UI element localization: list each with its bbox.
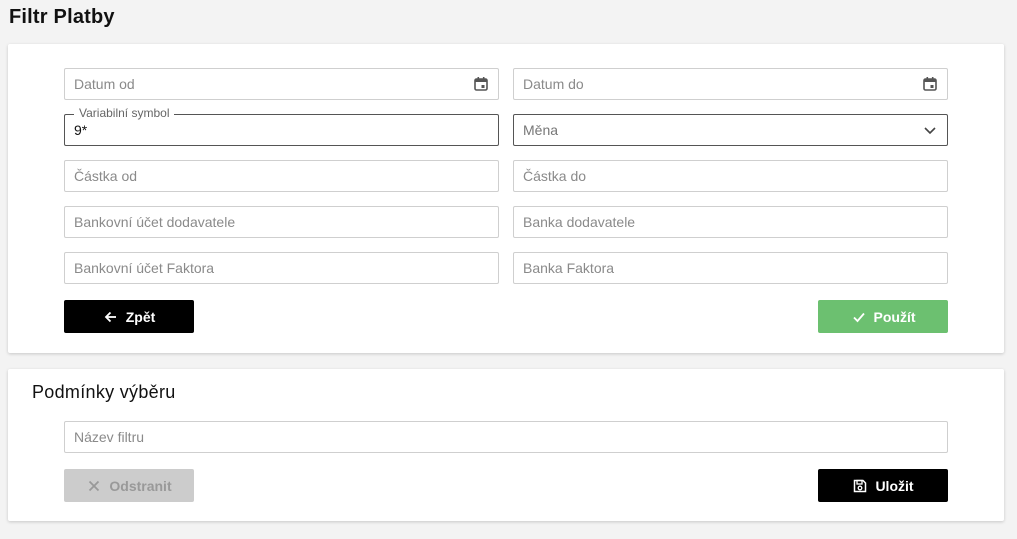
factor-bank-input[interactable]	[523, 260, 938, 276]
variable-symbol-value: 9*	[74, 122, 88, 138]
amount-from-input[interactable]	[74, 168, 489, 184]
amount-to-field[interactable]	[513, 160, 948, 192]
factor-account-field[interactable]	[64, 252, 499, 284]
factor-account-input[interactable]	[74, 260, 489, 276]
supplier-bank-input[interactable]	[523, 214, 938, 230]
close-icon	[86, 478, 102, 494]
back-button[interactable]: Zpět	[64, 300, 194, 333]
calendar-icon[interactable]	[922, 76, 938, 92]
check-icon	[851, 309, 867, 325]
conditions-card: Podmínky výběru Odstranit Uložit	[8, 369, 1004, 521]
amount-from-field[interactable]	[64, 160, 499, 192]
save-button[interactable]: Uložit	[818, 469, 948, 502]
apply-button[interactable]: Použít	[818, 300, 948, 333]
factor-bank-field[interactable]	[513, 252, 948, 284]
date-from-placeholder: Datum od	[74, 76, 135, 92]
date-from-field[interactable]: Datum od	[64, 68, 499, 100]
remove-button-label: Odstranit	[109, 477, 172, 494]
page-title: Filtr Platby	[9, 6, 115, 28]
amount-to-input[interactable]	[523, 168, 938, 184]
variable-symbol-field[interactable]: Variabilní symbol 9*	[64, 106, 499, 146]
floppy-disk-icon	[852, 478, 868, 494]
variable-symbol-label: Variabilní symbol	[74, 106, 175, 120]
currency-placeholder: Měna	[523, 122, 559, 138]
date-to-placeholder: Datum do	[523, 76, 584, 92]
apply-button-label: Použít	[873, 308, 916, 325]
date-to-field[interactable]: Datum do	[513, 68, 948, 100]
calendar-icon[interactable]	[473, 76, 489, 92]
remove-button[interactable]: Odstranit	[64, 469, 194, 502]
supplier-bank-field[interactable]	[513, 206, 948, 238]
arrow-left-icon	[103, 309, 119, 325]
filter-name-field[interactable]	[64, 421, 948, 453]
supplier-account-input[interactable]	[74, 214, 489, 230]
back-button-label: Zpět	[125, 308, 156, 325]
filter-name-input[interactable]	[74, 429, 938, 445]
filter-card: Datum od Datum do Variabilní symbol 9* M…	[8, 44, 1004, 353]
currency-select[interactable]: Měna	[513, 114, 948, 146]
supplier-account-field[interactable]	[64, 206, 499, 238]
conditions-title: Podmínky výběru	[32, 382, 176, 402]
chevron-down-icon[interactable]	[922, 122, 938, 138]
save-button-label: Uložit	[875, 477, 914, 494]
